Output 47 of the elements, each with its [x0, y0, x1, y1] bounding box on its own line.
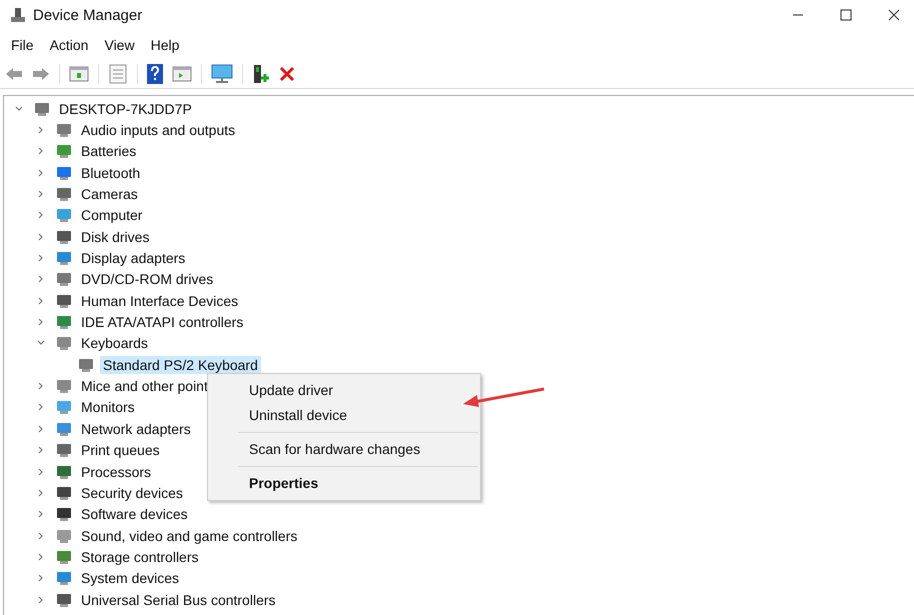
menu-item[interactable]: View [104, 37, 135, 53]
monitor-icon [55, 398, 73, 416]
tree-item[interactable]: Processors [78, 462, 154, 481]
tree-item[interactable]: Human Interface Devices [78, 292, 242, 310]
tree-item[interactable]: Storage controllers [78, 548, 202, 566]
menu-item[interactable]: Update driver [208, 378, 480, 403]
tree-item[interactable]: Print queues [78, 441, 163, 460]
window-panel-icon[interactable] [69, 65, 89, 83]
tree-item[interactable]: Universal Serial Bus controllers [78, 590, 279, 609]
tree-item[interactable]: Software devices [78, 505, 191, 524]
app-icon [10, 7, 26, 23]
tree-item[interactable]: Network adapters [78, 420, 194, 438]
forward-arrow-icon[interactable] [32, 67, 50, 81]
tree-item[interactable]: Security devices [78, 484, 186, 502]
tree-item[interactable]: Cameras [78, 185, 141, 204]
tree-item[interactable]: Audio inputs and outputs [78, 121, 238, 140]
menu-item[interactable]: Help [150, 37, 180, 53]
tree-item[interactable]: System devices [78, 569, 182, 588]
tree-item[interactable]: Computer [78, 206, 146, 224]
window-title: Device Manager [33, 6, 142, 24]
tree-item[interactable]: Keyboards [78, 334, 151, 352]
delete-icon[interactable] [279, 66, 295, 82]
menu-item[interactable]: Uninstall device [208, 403, 480, 428]
tree-item[interactable]: Batteries [78, 142, 140, 160]
close-icon[interactable] [888, 9, 900, 21]
tree-item[interactable]: DVD/CD-ROM drives [78, 270, 216, 288]
monitor-icon[interactable] [211, 64, 233, 84]
menu-item[interactable]: Properties [208, 471, 480, 496]
tree-item[interactable]: Monitors [78, 398, 138, 416]
tree-item[interactable]: Bluetooth [78, 164, 144, 182]
document-icon[interactable] [108, 64, 128, 84]
tree-item[interactable]: Disk drives [78, 228, 152, 246]
device-add-icon[interactable] [252, 64, 270, 84]
tree-item[interactable]: DESKTOP-7KJDD7P [56, 100, 195, 118]
tree-item[interactable]: Mice and other point [78, 377, 211, 396]
help-icon[interactable] [147, 64, 163, 84]
tree-item[interactable]: IDE ATA/ATAPI controllers [78, 313, 246, 332]
menu-item[interactable]: Scan for hardware changes [208, 437, 480, 462]
monitor-icon [55, 206, 73, 224]
tree-item[interactable]: Display adapters [78, 249, 188, 268]
menu-item[interactable]: File [11, 37, 34, 53]
maximize-icon[interactable] [840, 9, 852, 21]
tree-item[interactable]: Standard PS/2 Keyboard [100, 356, 261, 374]
window-panel-icon[interactable] [172, 65, 192, 83]
menu-item[interactable]: Action [50, 37, 88, 53]
back-arrow-icon[interactable] [5, 67, 23, 81]
tree-item[interactable]: Sound, video and game controllers [78, 526, 300, 545]
